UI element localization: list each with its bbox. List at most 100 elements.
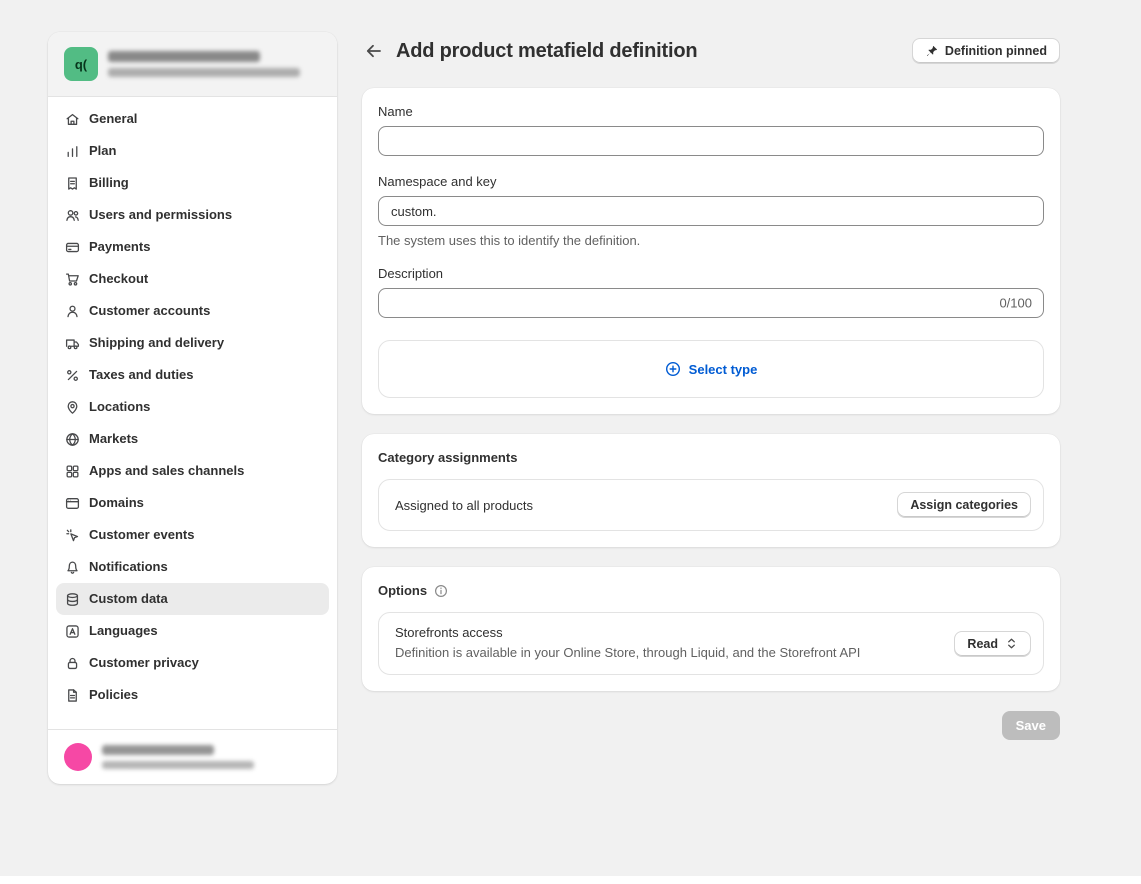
- description-field: Description 0/100: [378, 266, 1044, 318]
- sidebar-item-label: Customer accounts: [89, 301, 210, 321]
- percent-icon: [64, 367, 80, 383]
- main-content: Add product metafield definition Definit…: [362, 32, 1060, 740]
- category-assignment-row: Assigned to all products Assign categori…: [378, 479, 1044, 531]
- arrow-left-icon: [364, 41, 384, 61]
- storefronts-access-value: Read: [967, 637, 998, 651]
- definition-pinned-button[interactable]: Definition pinned: [912, 38, 1060, 64]
- options-title: Options: [378, 583, 427, 598]
- truck-icon: [64, 335, 80, 351]
- sidebar-item-label: Markets: [89, 429, 138, 449]
- lock-icon: [64, 655, 80, 671]
- storefronts-access-title: Storefronts access: [395, 625, 860, 640]
- select-type-button[interactable]: Select type: [659, 360, 764, 378]
- pin-icon: [925, 45, 938, 58]
- sidebar-item-label: Taxes and duties: [89, 365, 194, 385]
- category-assignments-card: Category assignments Assigned to all pro…: [362, 434, 1060, 547]
- sidebar-item-shipping-and-delivery[interactable]: Shipping and delivery: [56, 327, 329, 359]
- sidebar-item-users-and-permissions[interactable]: Users and permissions: [56, 199, 329, 231]
- sidebar-item-label: Billing: [89, 173, 129, 193]
- sidebar-item-label: Apps and sales channels: [89, 461, 244, 481]
- sidebar-item-customer-accounts[interactable]: Customer accounts: [56, 295, 329, 327]
- category-assignments-title: Category assignments: [378, 450, 1044, 465]
- user-avatar: [64, 743, 92, 771]
- storefronts-access-select[interactable]: Read: [954, 631, 1031, 657]
- storefronts-access-text: Storefronts access Definition is availab…: [395, 625, 860, 662]
- sidebar-item-label: Payments: [89, 237, 150, 257]
- sidebar-item-taxes-and-duties[interactable]: Taxes and duties: [56, 359, 329, 391]
- sidebar-item-billing[interactable]: Billing: [56, 167, 329, 199]
- sidebar-item-notifications[interactable]: Notifications: [56, 551, 329, 583]
- redacted-store-url: [108, 68, 300, 77]
- namespace-help-text: The system uses this to identify the def…: [378, 233, 1044, 248]
- language-icon: [64, 623, 80, 639]
- store-icon: [64, 111, 80, 127]
- options-title-row: Options: [378, 583, 1044, 598]
- select-type-label: Select type: [689, 362, 758, 377]
- bottom-strip: [0, 876, 1141, 884]
- sidebar-item-markets[interactable]: Markets: [56, 423, 329, 455]
- sidebar-item-label: General: [89, 109, 137, 129]
- store-header[interactable]: q(: [48, 32, 337, 97]
- redacted-user-email: [102, 761, 254, 769]
- sidebar-item-label: Domains: [89, 493, 144, 513]
- sidebar-item-label: Customer events: [89, 525, 194, 545]
- card-icon: [64, 239, 80, 255]
- sidebar-item-label: Customer privacy: [89, 653, 199, 673]
- definition-card: Name Namespace and key The system uses t…: [362, 88, 1060, 414]
- person-icon: [64, 303, 80, 319]
- settings-nav: General Plan Billing Users and permissions P…: [48, 97, 337, 729]
- sidebar-item-payments[interactable]: Payments: [56, 231, 329, 263]
- sidebar-item-label: Plan: [89, 141, 116, 161]
- cursor-icon: [64, 527, 80, 543]
- sidebar-item-apps-and-sales-channels[interactable]: Apps and sales channels: [56, 455, 329, 487]
- sidebar-item-general[interactable]: General: [56, 103, 329, 135]
- database-icon: [64, 591, 80, 607]
- sidebar-item-plan[interactable]: Plan: [56, 135, 329, 167]
- name-label: Name: [378, 104, 1044, 119]
- redacted-user-name: [102, 745, 214, 755]
- cart-icon: [64, 271, 80, 287]
- sidebar-item-label: Shipping and delivery: [89, 333, 224, 353]
- page-title: Add product metafield definition: [396, 40, 697, 63]
- sidebar-item-checkout[interactable]: Checkout: [56, 263, 329, 295]
- sidebar-item-languages[interactable]: Languages: [56, 615, 329, 647]
- sidebar-item-label: Checkout: [89, 269, 148, 289]
- browser-icon: [64, 495, 80, 511]
- globe-icon: [64, 431, 80, 447]
- save-button[interactable]: Save: [1002, 711, 1060, 740]
- chart-icon: [64, 143, 80, 159]
- assignment-status-text: Assigned to all products: [395, 498, 533, 513]
- sidebar-item-label: Custom data: [89, 589, 168, 609]
- sidebar-item-label: Users and permissions: [89, 205, 232, 225]
- sidebar-item-label: Notifications: [89, 557, 168, 577]
- save-row: Save: [362, 711, 1060, 740]
- sidebar-item-customer-privacy[interactable]: Customer privacy: [56, 647, 329, 679]
- document-icon: [64, 687, 80, 703]
- settings-sidebar: q( General Plan Billing Users and permissio…: [48, 32, 337, 784]
- storefronts-access-row: Storefronts access Definition is availab…: [378, 612, 1044, 675]
- description-input[interactable]: [378, 288, 1044, 318]
- assign-categories-button[interactable]: Assign categories: [897, 492, 1031, 518]
- sidebar-item-customer-events[interactable]: Customer events: [56, 519, 329, 551]
- namespace-input[interactable]: [378, 196, 1044, 226]
- sidebar-item-policies[interactable]: Policies: [56, 679, 329, 711]
- user-section[interactable]: [48, 729, 337, 784]
- grid-icon: [64, 463, 80, 479]
- sidebar-item-domains[interactable]: Domains: [56, 487, 329, 519]
- namespace-field: Namespace and key The system uses this t…: [378, 174, 1044, 248]
- sidebar-item-label: Languages: [89, 621, 158, 641]
- sidebar-item-custom-data[interactable]: Custom data: [56, 583, 329, 615]
- store-avatar: q(: [64, 47, 98, 81]
- name-field: Name: [378, 104, 1044, 156]
- back-button[interactable]: [362, 39, 386, 63]
- page-header: Add product metafield definition Definit…: [362, 38, 1060, 64]
- plus-circle-icon: [665, 361, 681, 377]
- sidebar-item-label: Policies: [89, 685, 138, 705]
- updown-chevron-icon: [1005, 637, 1018, 650]
- type-section: Select type: [378, 340, 1044, 398]
- definition-pinned-label: Definition pinned: [945, 44, 1047, 58]
- users-icon: [64, 207, 80, 223]
- sidebar-item-locations[interactable]: Locations: [56, 391, 329, 423]
- info-icon[interactable]: [434, 584, 448, 598]
- name-input[interactable]: [378, 126, 1044, 156]
